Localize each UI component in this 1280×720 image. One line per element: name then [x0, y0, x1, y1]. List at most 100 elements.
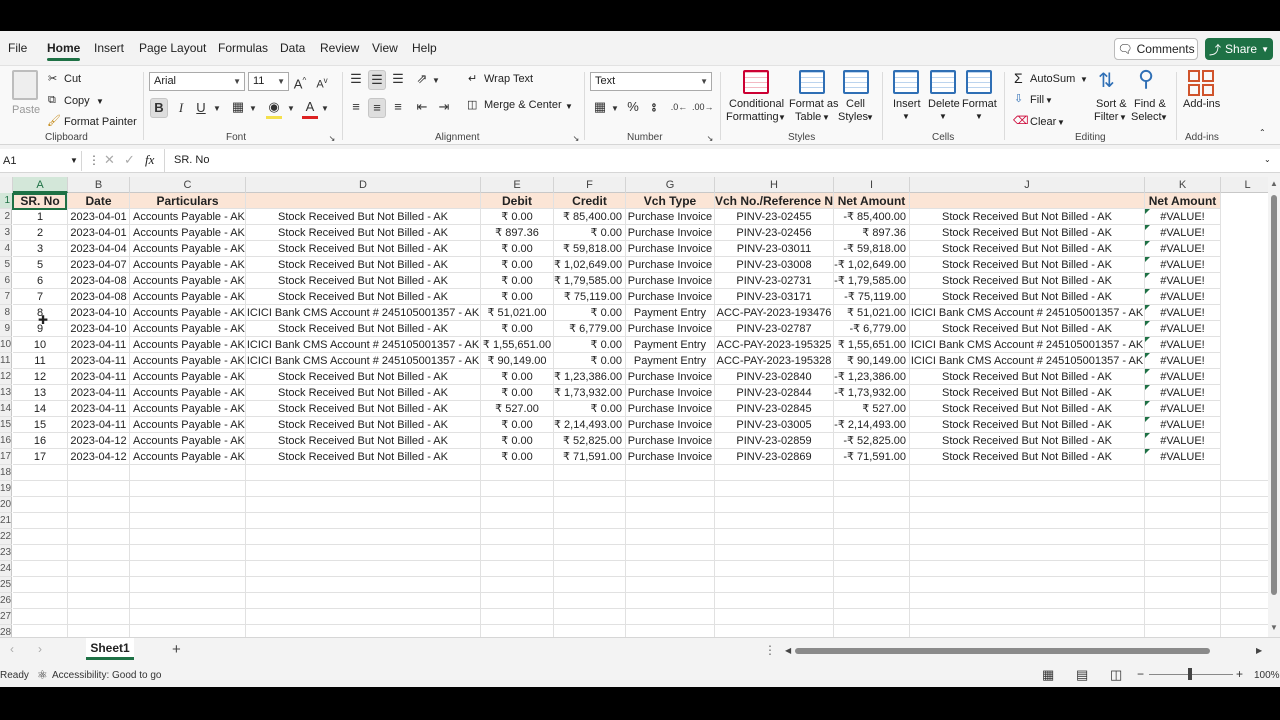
copy-button[interactable]: Copy — [64, 95, 90, 107]
column-header-h[interactable]: H — [715, 177, 834, 193]
table-cell[interactable]: -₹ 1,79,585.00 — [834, 273, 910, 289]
conditional-formatting-icon[interactable] — [743, 70, 769, 94]
table-cell[interactable]: #VALUE! — [1145, 369, 1221, 385]
table-cell[interactable]: 10 — [13, 337, 68, 353]
column-header-f[interactable]: F — [554, 177, 626, 193]
align-left-icon[interactable]: ≡ — [348, 98, 364, 116]
table-cell[interactable]: ₹ 1,02,649.00 — [554, 257, 626, 273]
table-cell[interactable]: ₹ 0.00 — [481, 449, 554, 465]
empty-cell[interactable] — [834, 577, 910, 593]
table-cell[interactable]: #VALUE! — [1145, 241, 1221, 257]
table-cell[interactable]: ₹ 0.00 — [481, 433, 554, 449]
sort-filter-icon[interactable]: ⇅ — [1098, 68, 1115, 93]
cut-button[interactable]: Cut — [64, 73, 81, 85]
empty-cell[interactable] — [13, 481, 68, 497]
table-cell[interactable]: PINV-23-02840 — [715, 369, 834, 385]
bold-button[interactable]: B — [150, 98, 168, 118]
empty-cell[interactable] — [626, 529, 715, 545]
align-right-icon[interactable]: ≡ — [390, 98, 406, 116]
empty-cell[interactable] — [1145, 497, 1221, 513]
empty-cell[interactable] — [68, 561, 130, 577]
table-cell[interactable]: Accounts Payable - AK — [130, 273, 246, 289]
table-cell[interactable]: 2023-04-08 — [68, 289, 130, 305]
zoom-slider-thumb[interactable] — [1188, 668, 1192, 680]
empty-cell[interactable] — [834, 593, 910, 609]
table-cell[interactable]: Accounts Payable - AK — [130, 209, 246, 225]
empty-cell[interactable] — [130, 497, 246, 513]
menu-file[interactable]: File — [8, 41, 27, 55]
empty-cell[interactable] — [1221, 513, 1268, 529]
empty-cell[interactable] — [481, 593, 554, 609]
empty-cell[interactable] — [68, 465, 130, 481]
table-cell[interactable]: #VALUE! — [1145, 305, 1221, 321]
menu-page-layout[interactable]: Page Layout — [139, 41, 206, 55]
empty-cell[interactable] — [910, 513, 1145, 529]
table-cell[interactable]: Stock Received But Not Billed - AK — [246, 433, 481, 449]
table-cell[interactable]: 2023-04-01 — [68, 225, 130, 241]
menu-data[interactable]: Data — [280, 41, 305, 55]
merge-center-button[interactable]: Merge & Center — [484, 99, 562, 111]
chevron-down-icon[interactable]: ▼ — [432, 72, 440, 90]
row-header[interactable]: 19 — [0, 481, 12, 497]
table-cell[interactable]: Accounts Payable - AK — [130, 337, 246, 353]
empty-cell[interactable] — [1145, 513, 1221, 529]
search-icon[interactable]: ⚲ — [1138, 66, 1154, 92]
column-header-cell[interactable]: Debit — [481, 193, 554, 209]
empty-cell[interactable] — [246, 545, 481, 561]
table-cell[interactable]: Payment Entry — [626, 305, 715, 321]
table-cell[interactable]: ₹ 0.00 — [481, 257, 554, 273]
page-break-view-icon[interactable]: ◫ — [1110, 667, 1122, 683]
paste-icon[interactable] — [12, 70, 38, 100]
table-cell[interactable]: -₹ 1,73,932.00 — [834, 385, 910, 401]
table-cell[interactable]: ₹ 0.00 — [481, 209, 554, 225]
table-cell[interactable]: Purchase Invoice — [626, 289, 715, 305]
cell-styles-label-2[interactable]: Styles — [838, 111, 868, 123]
table-cell[interactable]: 2023-04-07 — [68, 257, 130, 273]
empty-cell[interactable] — [1221, 545, 1268, 561]
row-header[interactable]: 27 — [0, 609, 12, 625]
empty-cell[interactable] — [626, 481, 715, 497]
table-cell[interactable]: ₹ 0.00 — [554, 305, 626, 321]
table-cell[interactable]: Stock Received But Not Billed - AK — [910, 289, 1145, 305]
column-header-a[interactable]: A — [13, 177, 68, 193]
table-cell[interactable]: ₹ 897.36 — [481, 225, 554, 241]
empty-cell[interactable] — [626, 465, 715, 481]
empty-cell[interactable] — [130, 465, 246, 481]
chevron-down-icon[interactable]: ▼ — [866, 113, 874, 122]
comments-button[interactable]: 🗨 Comments — [1114, 38, 1198, 60]
currency-icon[interactable]: ▦ — [592, 98, 608, 116]
dialog-launcher-icon[interactable]: ↘ — [572, 130, 580, 148]
table-cell[interactable]: -₹ 59,818.00 — [834, 241, 910, 257]
table-cell[interactable]: PINV-23-03008 — [715, 257, 834, 273]
empty-cell[interactable] — [715, 513, 834, 529]
empty-cell[interactable] — [554, 577, 626, 593]
table-cell[interactable]: #VALUE! — [1145, 337, 1221, 353]
table-cell[interactable]: -₹ 71,591.00 — [834, 449, 910, 465]
empty-cell[interactable] — [13, 625, 68, 637]
table-cell[interactable]: PINV-23-02859 — [715, 433, 834, 449]
table-cell[interactable]: 12 — [13, 369, 68, 385]
table-cell[interactable]: #VALUE! — [1145, 225, 1221, 241]
format-painter-icon[interactable]: 🖌 — [47, 114, 61, 127]
empty-cell[interactable] — [246, 577, 481, 593]
menu-review[interactable]: Review — [320, 41, 359, 55]
table-cell[interactable]: #VALUE! — [1145, 289, 1221, 305]
table-cell[interactable]: ₹ 90,149.00 — [834, 353, 910, 369]
cell-styles-label-1[interactable]: Cell — [846, 98, 865, 110]
column-header-j[interactable]: J — [910, 177, 1145, 193]
empty-cell[interactable] — [130, 545, 246, 561]
format-cells-icon[interactable] — [966, 70, 992, 94]
normal-view-icon[interactable]: ▦ — [1042, 667, 1054, 683]
empty-cell[interactable] — [1221, 497, 1268, 513]
row-header[interactable]: 1 — [0, 193, 12, 209]
empty-cell[interactable] — [13, 513, 68, 529]
table-cell[interactable]: PINV-23-02455 — [715, 209, 834, 225]
empty-cell[interactable] — [910, 481, 1145, 497]
column-header-cell[interactable]: Date — [68, 193, 130, 209]
empty-cell[interactable] — [715, 529, 834, 545]
empty-cell[interactable] — [1145, 577, 1221, 593]
empty-cell[interactable] — [554, 497, 626, 513]
table-cell[interactable]: Stock Received But Not Billed - AK — [246, 449, 481, 465]
row-header[interactable]: 26 — [0, 593, 12, 609]
table-cell[interactable]: Accounts Payable - AK — [130, 385, 246, 401]
